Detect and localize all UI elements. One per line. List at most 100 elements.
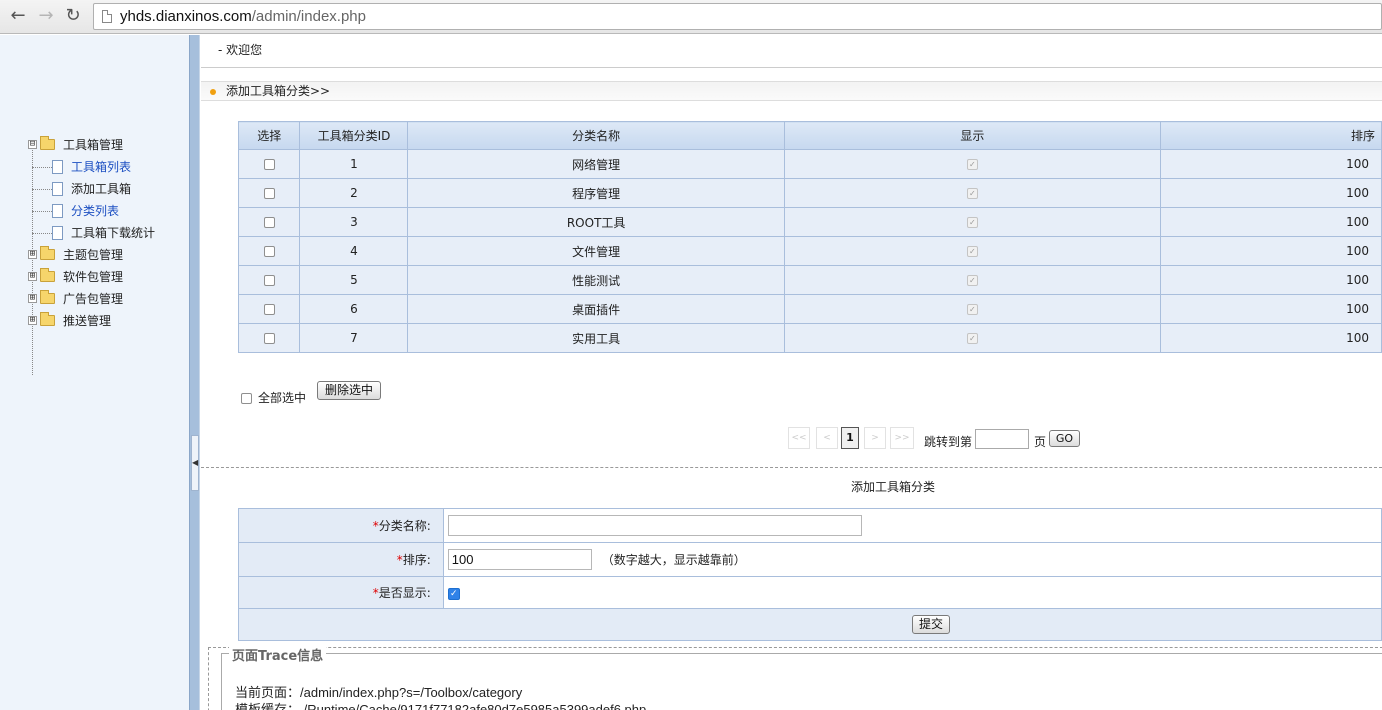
folder-icon bbox=[40, 246, 55, 260]
expand-icon[interactable]: ⊞ bbox=[28, 316, 37, 325]
show-checkbox-disabled: ✓ bbox=[966, 217, 978, 228]
column-header: 分类名称 bbox=[407, 121, 785, 150]
form-title: 添加工具箱分类 bbox=[851, 480, 936, 494]
category-name-input[interactable] bbox=[447, 515, 862, 536]
nav-item-toolbox-list[interactable]: 工具箱列表 bbox=[26, 156, 186, 178]
column-header: 显示 bbox=[783, 121, 1161, 150]
show-checkbox-disabled: ✓ bbox=[966, 304, 978, 315]
row-checkbox[interactable] bbox=[263, 246, 275, 257]
cell-id: 7 bbox=[299, 323, 409, 353]
current-page[interactable]: 1 bbox=[841, 427, 859, 449]
cell-id: 5 bbox=[299, 265, 409, 295]
main-frame: - 欢迎您 添加工具箱分类>> 选择 工具箱分类ID 分类名称 显示 排序 1 … bbox=[201, 35, 1382, 710]
form-row-submit: 提交 bbox=[238, 608, 1382, 641]
table-row: 3 ROOT工具 ✓ 100 bbox=[237, 207, 1382, 237]
sort-label: 排序: bbox=[402, 553, 431, 567]
nav-group-ads[interactable]: ⊞ 广告包管理 bbox=[26, 288, 186, 310]
submit-button[interactable]: 提交 bbox=[912, 615, 950, 634]
cell-name: 桌面插件 bbox=[407, 294, 785, 324]
document-icon bbox=[52, 182, 63, 196]
nav-group-label: 主题包管理 bbox=[63, 248, 124, 262]
section-title: 添加工具箱分类>> bbox=[226, 84, 331, 98]
nav-group-toolbox[interactable]: ⊟ 工具箱管理 bbox=[26, 134, 186, 156]
show-checkbox-disabled: ✓ bbox=[966, 188, 978, 199]
nav-item-label[interactable]: 工具箱列表 bbox=[71, 156, 131, 178]
cell-id: 3 bbox=[299, 207, 409, 237]
cell-sort: 100 bbox=[1159, 265, 1382, 295]
collapse-icon[interactable]: ⊟ bbox=[28, 140, 37, 149]
table-header-row: 选择 工具箱分类ID 分类名称 显示 排序 bbox=[237, 121, 1382, 150]
document-icon bbox=[52, 204, 63, 218]
welcome-text: - 欢迎您 bbox=[201, 35, 1382, 68]
url-path: /admin/index.php bbox=[251, 8, 366, 25]
nav-item-add-toolbox[interactable]: 添加工具箱 bbox=[26, 178, 186, 200]
cell-sort: 100 bbox=[1159, 149, 1382, 179]
row-checkbox[interactable] bbox=[263, 159, 275, 170]
show-checkbox[interactable]: ✓ bbox=[447, 588, 460, 600]
browser-toolbar: ← → ↻ yhds.dianxinos.com/admin/index.php bbox=[0, 0, 1382, 34]
first-page-button[interactable]: << bbox=[788, 427, 810, 449]
table-row: 4 文件管理 ✓ 100 bbox=[237, 236, 1382, 266]
go-button[interactable]: GO bbox=[1049, 430, 1080, 447]
cell-id: 2 bbox=[299, 178, 409, 208]
nav-item-label[interactable]: 工具箱下载统计 bbox=[71, 222, 155, 244]
bullet-icon bbox=[210, 89, 216, 95]
cell-id: 4 bbox=[299, 236, 409, 266]
form-row-show: *是否显示: ✓ bbox=[238, 576, 1382, 609]
row-checkbox[interactable] bbox=[263, 333, 275, 344]
cell-sort: 100 bbox=[1159, 294, 1382, 324]
url-text: yhds.dianxinos.com/admin/index.php bbox=[120, 8, 366, 25]
cell-sort: 100 bbox=[1159, 323, 1382, 353]
sort-input[interactable]: 100 bbox=[447, 549, 592, 570]
goto-suffix: 页 bbox=[1034, 435, 1047, 449]
address-bar[interactable]: yhds.dianxinos.com/admin/index.php bbox=[93, 3, 1382, 30]
nav-item-download-stats[interactable]: 工具箱下载统计 bbox=[26, 222, 186, 244]
table-row: 7 实用工具 ✓ 100 bbox=[237, 323, 1382, 353]
show-checkbox-disabled: ✓ bbox=[966, 246, 978, 257]
back-arrow-icon[interactable]: ← bbox=[8, 6, 28, 26]
nav-group-software[interactable]: ⊞ 软件包管理 bbox=[26, 266, 186, 288]
nav-group-label: 推送管理 bbox=[63, 314, 112, 328]
show-label: 是否显示: bbox=[378, 586, 431, 600]
expand-icon[interactable]: ⊞ bbox=[28, 272, 37, 281]
row-checkbox[interactable] bbox=[263, 217, 275, 228]
table-row: 6 桌面插件 ✓ 100 bbox=[237, 294, 1382, 324]
row-checkbox[interactable] bbox=[263, 304, 275, 315]
cell-name: 性能测试 bbox=[407, 265, 785, 295]
section-header: 添加工具箱分类>> bbox=[201, 81, 1382, 101]
last-page-button[interactable]: >> bbox=[890, 427, 914, 449]
expand-icon[interactable]: ⊞ bbox=[28, 294, 37, 303]
nav-item-category-list[interactable]: 分类列表 bbox=[26, 200, 186, 222]
url-host: yhds.dianxinos.com bbox=[120, 8, 252, 25]
goto-page-input[interactable] bbox=[975, 429, 1029, 449]
delete-selected-button[interactable]: 删除选中 bbox=[317, 381, 381, 400]
reload-icon[interactable]: ↻ bbox=[63, 6, 83, 26]
category-table: 选择 工具箱分类ID 分类名称 显示 排序 1 网络管理 ✓ 100 2 程序管… bbox=[237, 121, 1382, 353]
next-page-button[interactable]: > bbox=[864, 427, 886, 449]
table-row: 5 性能测试 ✓ 100 bbox=[237, 265, 1382, 295]
add-category-form: *分类名称: *排序: 100 （数字越大，显示越靠前） *是否显示: ✓ 提交 bbox=[238, 508, 1382, 641]
frame-splitter[interactable]: ◀ bbox=[189, 35, 200, 710]
folder-open-icon bbox=[40, 136, 55, 150]
nav-item-label[interactable]: 添加工具箱 bbox=[71, 178, 131, 200]
name-label: 分类名称: bbox=[378, 519, 431, 533]
collapse-arrow-icon[interactable]: ◀ bbox=[191, 435, 199, 491]
forward-arrow-icon[interactable]: → bbox=[36, 6, 56, 26]
nav-group-theme[interactable]: ⊞ 主题包管理 bbox=[26, 244, 186, 266]
nav-group-push[interactable]: ⊞ 推送管理 bbox=[26, 310, 186, 332]
cell-id: 1 bbox=[299, 149, 409, 179]
row-checkbox[interactable] bbox=[263, 275, 275, 286]
trace-legend: 页面Trace信息 bbox=[229, 645, 327, 664]
prev-page-button[interactable]: < bbox=[816, 427, 838, 449]
form-row-name: *分类名称: bbox=[238, 508, 1382, 543]
select-all[interactable]: 全部选中 bbox=[241, 389, 306, 406]
cell-name: 网络管理 bbox=[407, 149, 785, 179]
row-checkbox[interactable] bbox=[263, 188, 275, 199]
cell-sort: 100 bbox=[1159, 236, 1382, 266]
nav-item-label[interactable]: 分类列表 bbox=[71, 200, 119, 222]
expand-icon[interactable]: ⊞ bbox=[28, 250, 37, 259]
form-row-sort: *排序: 100 （数字越大，显示越靠前） bbox=[238, 542, 1382, 577]
show-checkbox-disabled: ✓ bbox=[966, 275, 978, 286]
select-all-checkbox[interactable] bbox=[241, 393, 252, 404]
nav-group-label: 工具箱管理 bbox=[63, 138, 124, 152]
